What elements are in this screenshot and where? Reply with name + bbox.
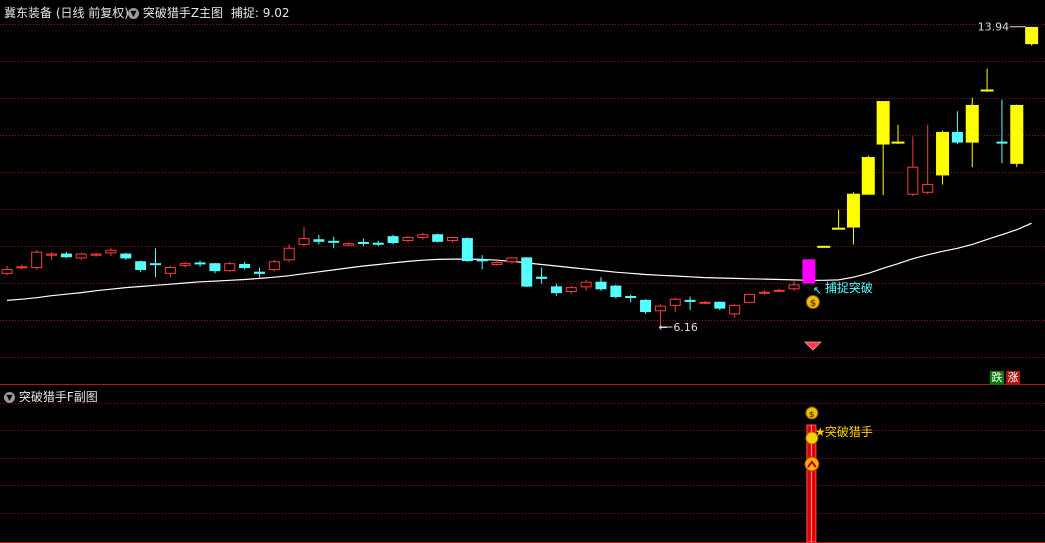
high-price-label: 13.94 [978,21,1010,34]
main-indicator-selector[interactable]: ▼ 突破猎手Z主图 捕捉: 9.02 [128,4,289,21]
candle-body[interactable] [907,166,919,195]
candle-body[interactable] [491,262,503,265]
candle-body[interactable] [595,281,607,290]
candle-body[interactable] [699,301,711,304]
candle-body[interactable] [1,268,13,274]
candle-body[interactable] [876,101,890,145]
candle-body[interactable] [135,261,147,270]
candle-body[interactable] [729,304,741,315]
candle-body[interactable] [343,243,355,246]
candle-body[interactable] [313,239,325,242]
candle-body[interactable] [179,263,191,267]
chevron-down-icon[interactable]: ▼ [4,392,15,403]
candle-body[interactable] [194,262,206,265]
chevron-down-icon[interactable]: ▼ [128,8,139,19]
candle-body[interactable] [16,266,28,269]
candle-body[interactable] [402,236,414,242]
candle-body[interactable] [980,89,994,92]
candle-body[interactable] [817,245,831,248]
candle-body[interactable] [788,284,800,290]
sub-indicator-selector[interactable]: ▼ 突破猎手F副图 [4,388,98,405]
candle-body[interactable] [328,240,340,243]
money-bag-symbol: $ [810,299,816,309]
candle-body[interactable] [744,294,755,303]
candle-body[interactable] [773,289,785,292]
candle-body[interactable] [357,241,369,244]
candle-body[interactable] [922,184,934,193]
candle-body[interactable] [654,305,666,312]
candle-body[interactable] [640,299,652,313]
low-price-label: 6.16 [673,321,698,334]
moving-average-line [6,222,1032,301]
candle-body[interactable] [150,263,161,266]
candle-body[interactable] [372,242,384,245]
candle-body[interactable] [90,253,102,256]
candle-body[interactable] [298,238,310,245]
candle-body[interactable] [253,271,265,274]
arrow-left-icon: ← [658,321,667,334]
up-badge[interactable]: 涨 [1006,371,1020,385]
candle-body[interactable] [565,287,577,292]
candle-body[interactable] [46,253,58,256]
sub-indicator-name: 突破猎手F副图 [18,390,98,404]
diamond-icon [803,341,822,351]
candle-body[interactable] [758,291,770,294]
candle-body[interactable] [996,141,1008,144]
candle-body[interactable] [283,247,295,261]
candle-body[interactable] [1025,26,1039,45]
candle-body[interactable] [846,193,860,228]
breakout-label: 捕捉突破 [825,280,873,295]
candle-body[interactable] [1010,104,1024,164]
candle-body[interactable] [536,276,548,279]
candle-body[interactable] [802,259,816,284]
candle-body[interactable] [239,263,251,269]
candle-body[interactable] [417,234,429,238]
candle-body[interactable] [31,251,43,269]
candle-body[interactable] [432,234,444,242]
candle-body[interactable] [580,281,592,288]
candle-body[interactable] [209,263,221,272]
candle-body[interactable] [268,261,280,270]
candle-body[interactable] [447,236,458,242]
candle-body[interactable] [521,257,533,287]
candle-body[interactable] [832,227,846,230]
stock-title-text: 冀东装备 (日线 前复权) [4,6,129,20]
candlestick-chart[interactable]: 13.946.16←↖ 捕捉突破$$★ 突破猎手 [0,0,1045,543]
candle-body[interactable] [105,249,117,254]
candle-body[interactable] [669,298,681,306]
candle-body[interactable] [936,131,950,176]
candle-body[interactable] [684,299,696,302]
candle-body[interactable] [625,296,637,299]
candle-body[interactable] [75,253,87,259]
candle-body[interactable] [550,286,562,294]
candle-body[interactable] [60,253,72,258]
candle-body[interactable] [387,236,399,243]
signal-text: 突破猎手 [825,424,873,439]
candle-body[interactable] [714,301,726,309]
candle-body[interactable] [224,263,236,272]
stock-title: 冀东装备 (日线 前复权) [4,4,129,21]
candle-body[interactable] [506,257,518,263]
candle-body[interactable] [965,104,979,143]
up-arrow-icon [804,456,820,472]
candle-body[interactable] [951,131,963,143]
chart-window[interactable]: 13.94 6.16 ← ↖ 捕捉突破 $ $ ★ 突破猎手 冀东装备 (日线 前复权) ▼ 突… [0,0,1045,543]
down-badge[interactable]: 跌 [990,371,1004,385]
candle-body[interactable] [891,141,905,144]
candle-body[interactable] [164,267,176,274]
candle-body[interactable] [461,238,473,262]
candle-body[interactable] [476,259,488,262]
arrow-up-left-icon: ↖ [813,284,822,297]
candle-body[interactable] [610,285,622,298]
candle-body[interactable] [120,253,132,259]
money-bag-symbol: $ [809,410,815,419]
capture-value: 捕捉: 9.02 [230,6,290,20]
main-indicator-name: 突破猎手Z主图 [142,6,224,20]
candle-body[interactable] [861,157,875,195]
